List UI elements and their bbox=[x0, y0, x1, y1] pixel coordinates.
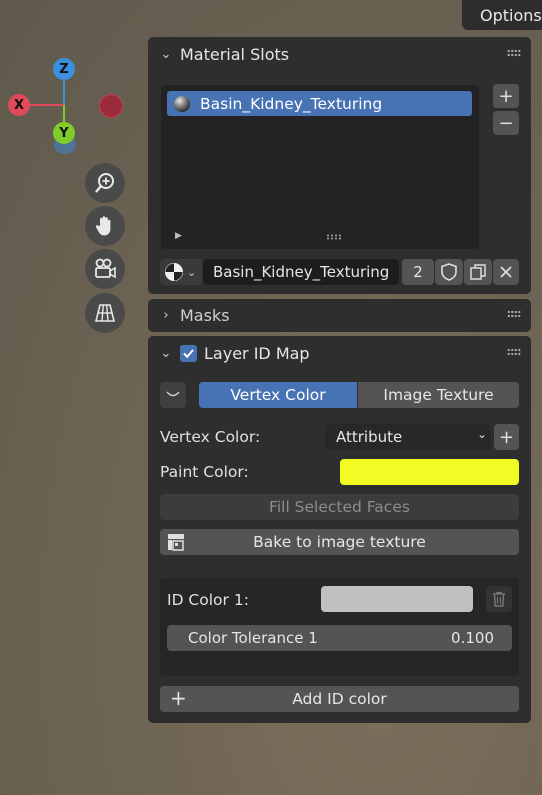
material-slot-item[interactable]: Basin_Kidney_Texturing bbox=[167, 91, 472, 116]
collapse-icon bbox=[166, 391, 180, 397]
unlink-material-button[interactable] bbox=[493, 259, 519, 285]
material-slot-name: Basin_Kidney_Texturing bbox=[200, 94, 383, 113]
bake-to-image-button[interactable]: Bake to image texture bbox=[160, 529, 519, 555]
camera-view-button[interactable] bbox=[85, 249, 125, 289]
duplicate-material-button[interactable] bbox=[464, 259, 492, 285]
camera-icon bbox=[95, 258, 116, 279]
browse-material-button[interactable]: ⌄ bbox=[160, 259, 202, 285]
user-count-text: 2 bbox=[413, 263, 423, 281]
chevron-down-icon: ⌄ bbox=[160, 46, 172, 62]
grid-perspective-icon bbox=[94, 304, 116, 322]
remove-slot-button[interactable]: − bbox=[493, 111, 519, 135]
duplicate-icon bbox=[470, 264, 486, 280]
panel-drag-handle[interactable] bbox=[507, 348, 521, 356]
z-axis-ball[interactable]: Z bbox=[53, 58, 75, 80]
vertex-color-label: Vertex Color: bbox=[160, 428, 261, 446]
z-axis-label: Z bbox=[59, 61, 69, 77]
material-slots-header[interactable]: ⌄ Material Slots bbox=[148, 37, 531, 71]
mode-menu-button[interactable] bbox=[160, 382, 186, 408]
options-tab[interactable]: Options bbox=[462, 0, 542, 30]
bake-icon bbox=[168, 534, 184, 551]
minus-icon: − bbox=[498, 112, 514, 134]
add-slot-button[interactable]: + bbox=[493, 84, 519, 108]
enable-checkbox[interactable] bbox=[180, 344, 197, 362]
tab-vertex-color[interactable]: Vertex Color bbox=[199, 382, 357, 408]
zoom-icon bbox=[95, 173, 114, 193]
x-axis-ball[interactable]: X bbox=[8, 94, 30, 116]
material-preview-icon bbox=[174, 95, 190, 112]
tab-image-texture[interactable]: Image Texture bbox=[358, 382, 519, 408]
add-vertex-color-button[interactable]: + bbox=[494, 424, 519, 450]
material-slot-list[interactable]: Basin_Kidney_Texturing ▶ bbox=[161, 85, 479, 249]
close-icon bbox=[500, 266, 512, 278]
list-resize-handle[interactable] bbox=[326, 234, 342, 240]
paint-color-label: Paint Color: bbox=[160, 463, 249, 481]
tab-image-texture-label: Image Texture bbox=[383, 386, 494, 404]
chevron-down-icon: ⌄ bbox=[160, 345, 172, 361]
fill-selected-faces-button[interactable]: Fill Selected Faces bbox=[160, 494, 519, 520]
panel-drag-handle[interactable] bbox=[507, 310, 521, 318]
fake-user-button[interactable] bbox=[435, 259, 463, 285]
hand-icon bbox=[95, 216, 111, 236]
color-tolerance-1-slider[interactable]: Color Tolerance 1 0.100 bbox=[167, 625, 512, 651]
material-slots-title: Material Slots bbox=[180, 44, 290, 64]
plus-icon: + bbox=[498, 85, 514, 107]
zoom-button[interactable] bbox=[85, 163, 125, 203]
id-color-1-swatch[interactable] bbox=[321, 586, 473, 612]
y-axis-label: Y bbox=[59, 125, 69, 141]
checkmark-icon bbox=[183, 348, 194, 358]
plus-icon: + bbox=[498, 426, 515, 448]
masks-header[interactable]: › Masks bbox=[148, 299, 531, 332]
x-axis-label: X bbox=[13, 97, 25, 113]
user-count-badge[interactable]: 2 bbox=[402, 259, 434, 285]
shield-icon bbox=[441, 263, 457, 281]
layer-id-map-header[interactable]: ⌄ Layer ID Map bbox=[148, 336, 531, 370]
options-label: Options bbox=[480, 5, 542, 25]
color-tolerance-1-label: Color Tolerance 1 bbox=[188, 629, 318, 647]
material-name-field[interactable]: Basin_Kidney_Texturing bbox=[203, 259, 399, 285]
expand-arrow-icon[interactable]: ▶ bbox=[175, 231, 182, 241]
paint-color-swatch[interactable] bbox=[340, 459, 519, 485]
y-axis-ball[interactable]: Y bbox=[53, 122, 75, 144]
chevron-down-icon: ⌄ bbox=[187, 265, 197, 279]
chevron-right-icon: › bbox=[163, 308, 169, 323]
id-color-box: ID Color 1: Color Tolerance 1 0.100 bbox=[160, 578, 519, 676]
neg-x-axis-ball[interactable] bbox=[99, 94, 123, 118]
perspective-toggle-button[interactable] bbox=[85, 293, 125, 333]
color-tolerance-1-value: 0.100 bbox=[451, 629, 494, 647]
bake-label: Bake to image texture bbox=[253, 533, 426, 551]
tab-vertex-color-label: Vertex Color bbox=[230, 386, 326, 404]
fill-selected-faces-label: Fill Selected Faces bbox=[269, 498, 410, 516]
vertex-color-select[interactable]: Attribute ⌄ bbox=[325, 424, 491, 450]
id-color-1-label: ID Color 1: bbox=[167, 591, 249, 609]
pan-button[interactable] bbox=[85, 206, 125, 246]
plus-icon: + bbox=[170, 686, 187, 710]
layer-id-map-title: Layer ID Map bbox=[204, 343, 310, 363]
trash-icon bbox=[493, 591, 505, 607]
material-slots-panel: ⌄ Material Slots Basin_Kidney_Texturing … bbox=[148, 37, 531, 294]
delete-id-color-button[interactable] bbox=[486, 586, 512, 612]
add-id-color-button[interactable]: + Add ID color bbox=[160, 686, 519, 712]
add-id-color-label: Add ID color bbox=[292, 690, 387, 708]
chevron-down-icon: ⌄ bbox=[476, 427, 487, 441]
vertex-color-value: Attribute bbox=[336, 428, 403, 446]
x-axis-line bbox=[30, 104, 64, 106]
material-name-text: Basin_Kidney_Texturing bbox=[213, 263, 390, 281]
masks-title: Masks bbox=[180, 306, 230, 325]
masks-panel[interactable]: › Masks bbox=[148, 299, 531, 332]
material-sphere-icon bbox=[165, 263, 183, 281]
panel-drag-handle[interactable] bbox=[507, 49, 521, 57]
